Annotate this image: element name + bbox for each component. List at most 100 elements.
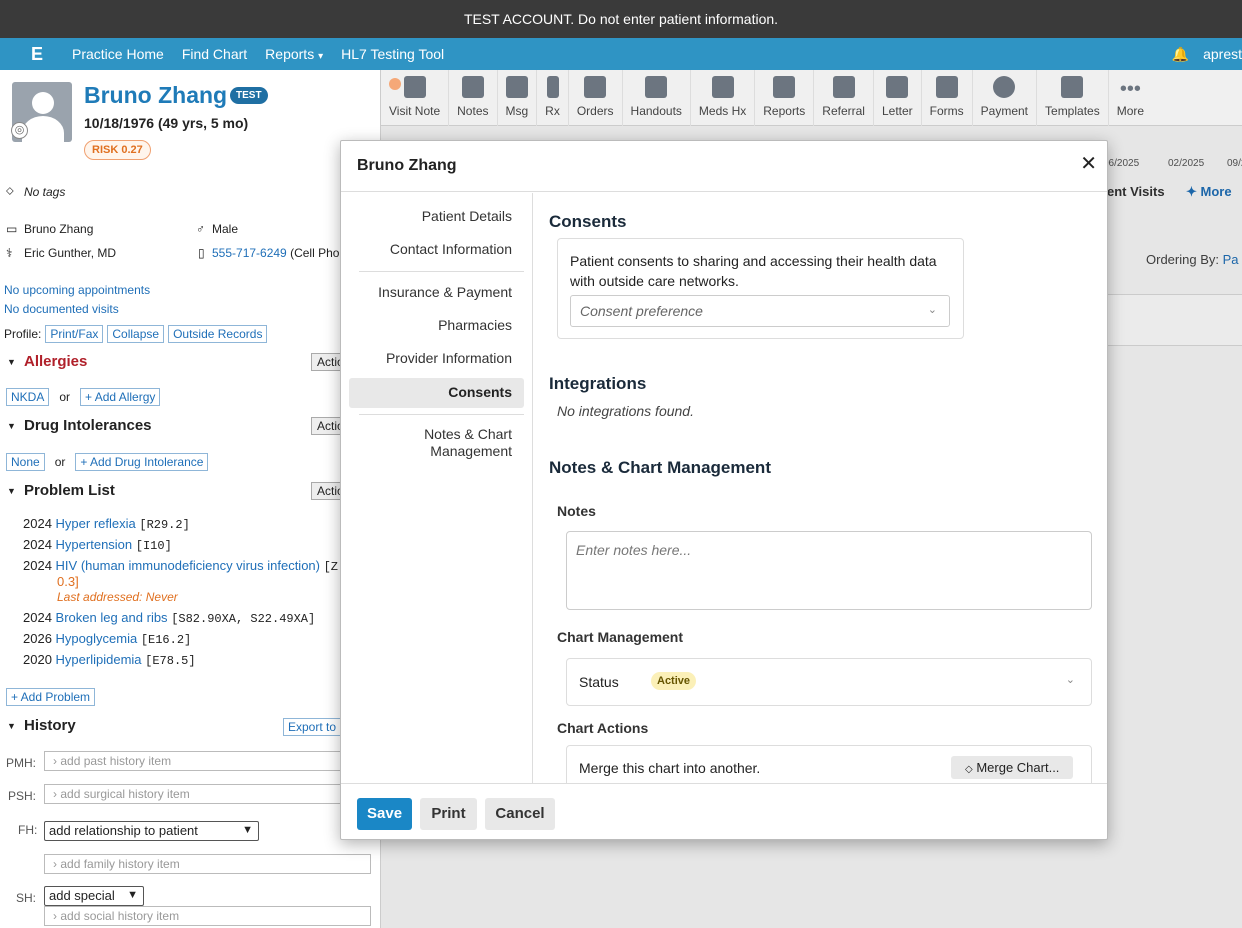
toolbar-referral[interactable]: Referral [814, 70, 874, 126]
templates-icon [1061, 76, 1084, 98]
toolbar-label: Letter [881, 104, 913, 118]
close-icon[interactable]: ✕ [1080, 151, 1097, 176]
integrations-empty: No integrations found. [557, 403, 694, 419]
sh-input[interactable]: › add social history item [44, 906, 371, 926]
nav-patient-details[interactable]: Patient Details [342, 208, 512, 224]
problem-link[interactable]: Hypoglycemia [56, 631, 138, 646]
collapse-button[interactable]: Collapse [107, 325, 165, 343]
collapse-triangle-icon[interactable]: ▼ [7, 486, 16, 496]
toolbar-rx[interactable]: Rx [537, 70, 569, 126]
psh-label: PSH: [8, 789, 37, 803]
merge-chart-label: Merge Chart... [976, 760, 1060, 775]
toolbar-label: Meds Hx [698, 104, 747, 118]
print-button[interactable]: Print [420, 798, 477, 830]
problem-link[interactable]: Hyperlipidemia [56, 652, 142, 667]
nav-pharmacies[interactable]: Pharmacies [342, 317, 512, 333]
toolbar-label: Rx [545, 104, 560, 118]
merge-chart-button[interactable]: ◇ Merge Chart... [951, 756, 1074, 779]
psh-input[interactable]: › add surgical history item [44, 784, 374, 804]
status-select[interactable]: Status Active ⌄ [566, 658, 1092, 706]
fh-select-value: add relationship to patient [49, 823, 198, 838]
status-badge: Active [651, 672, 697, 690]
toolbar-more[interactable]: ••• More [1109, 70, 1152, 126]
add-allergy-button[interactable]: + Add Allergy [80, 388, 161, 406]
patient-dob: 10/18/1976 (49 yrs, 5 mo) [84, 115, 249, 131]
toolbar-orders[interactable]: Orders [569, 70, 623, 126]
nkda-button[interactable]: NKDA [6, 388, 50, 406]
nav-find-chart[interactable]: Find Chart [182, 46, 247, 62]
or-text: or [54, 455, 66, 469]
notes-textarea[interactable]: Enter notes here... [566, 531, 1092, 610]
user-menu[interactable]: aprest [1203, 46, 1242, 62]
toolbar-label: Templates [1045, 104, 1100, 118]
consent-preference-select[interactable]: Consent preference ⌄ [570, 295, 950, 327]
toolbar-reports[interactable]: Reports [755, 70, 815, 126]
patient-dialog: Bruno Zhang ✕ Patient Details Contact In… [340, 140, 1108, 840]
pmh-input[interactable]: › add past history item [44, 751, 374, 771]
collapse-triangle-icon[interactable]: ▼ [7, 721, 16, 731]
problem-link[interactable]: Broken leg and ribs [56, 610, 168, 625]
problem-link[interactable]: Hypertension [56, 537, 133, 552]
tags-text[interactable]: No tags [24, 185, 65, 199]
chart-management-label: Chart Management [557, 629, 684, 645]
clipboard-icon [935, 76, 958, 98]
toolbar-visit-note[interactable]: Visit Note [381, 70, 450, 126]
save-button[interactable]: Save [357, 798, 412, 830]
nav-practice-home[interactable]: Practice Home [72, 46, 164, 62]
toolbar-payment[interactable]: Payment [973, 70, 1038, 126]
toolbar-templates[interactable]: Templates [1037, 70, 1109, 126]
nav-reports[interactable]: Reports ▾ [265, 46, 323, 62]
profile-label: Profile: [4, 327, 42, 341]
problem-year: 2026 [23, 631, 52, 646]
documented-visits-link[interactable]: No documented visits [4, 302, 119, 316]
dialog-content: Consents Patient consents to sharing and… [534, 193, 1107, 783]
nav-notes-chart-management[interactable]: Notes & Chart Management [392, 426, 512, 460]
pmh-placeholder: add past history item [60, 754, 172, 768]
chevron-right-icon: › [53, 754, 57, 768]
fh-input[interactable]: › add family history item [44, 854, 371, 874]
nav-contact-information[interactable]: Contact Information [342, 241, 512, 257]
problem-year: 2024 [23, 610, 52, 625]
sh-special-select[interactable]: add special ▼ [44, 886, 144, 906]
patient-phone[interactable]: 555-717-6249 [212, 246, 287, 260]
toolbar-msg[interactable]: Msg [498, 70, 538, 126]
consents-title: Consents [549, 212, 627, 231]
outside-records-button[interactable]: Outside Records [168, 325, 268, 343]
globe-icon: ◎ [11, 122, 28, 139]
add-problem-button[interactable]: + Add Problem [6, 688, 96, 706]
last-addressed-note: Last addressed: Never [57, 590, 178, 604]
none-button[interactable]: None [6, 453, 45, 471]
nav-consents[interactable]: Consents [342, 384, 512, 400]
toolbar-forms[interactable]: Forms [922, 70, 973, 126]
problem-link[interactable]: HIV (human immunodeficiency virus infect… [56, 558, 320, 573]
problem-link[interactable]: Hyper reflexia [56, 516, 136, 531]
nav-insurance-payment[interactable]: Insurance & Payment [342, 284, 512, 300]
collapse-triangle-icon[interactable]: ▼ [7, 421, 16, 431]
integrations-title: Integrations [549, 374, 647, 393]
toolbar-handouts[interactable]: Handouts [623, 70, 691, 126]
dialog-title: Bruno Zhang [357, 157, 457, 174]
patient-name[interactable]: Bruno Zhang [84, 82, 227, 109]
add-drug-intolerance-button[interactable]: + Add Drug Intolerance [75, 453, 209, 471]
app-logo-icon[interactable]: E [22, 39, 52, 69]
nav-provider-information[interactable]: Provider Information [342, 350, 512, 366]
nav-hl7-testing-tool[interactable]: HL7 Testing Tool [341, 46, 444, 62]
toolbar-label: Reports [763, 104, 806, 118]
bell-icon[interactable]: 🔔 [1172, 46, 1189, 63]
patient-sidebar: ◎ Bruno Zhang TEST 10/18/1976 (49 yrs, 5… [0, 70, 381, 928]
collapse-triangle-icon[interactable]: ▼ [7, 357, 16, 367]
risk-badge[interactable]: RISK 0.27 [84, 140, 151, 160]
sh-label: SH: [16, 891, 37, 905]
fh-relationship-select[interactable]: add relationship to patient ▼ [44, 821, 259, 841]
toolbar-letter[interactable]: Letter [874, 70, 922, 126]
patient-sex: Male [212, 222, 239, 236]
toolbar-label: Referral [822, 104, 865, 118]
toolbar-notes[interactable]: Notes [449, 70, 498, 126]
problem-code-continued: 0.3] [57, 574, 79, 589]
toolbar-meds-hx[interactable]: Meds Hx [691, 70, 756, 126]
chevron-down-icon: ▼ [127, 889, 138, 901]
upcoming-appointments-link[interactable]: No upcoming appointments [4, 283, 150, 297]
cancel-button[interactable]: Cancel [485, 798, 555, 830]
print-fax-button[interactable]: Print/Fax [45, 325, 104, 343]
layers-icon [645, 76, 668, 98]
